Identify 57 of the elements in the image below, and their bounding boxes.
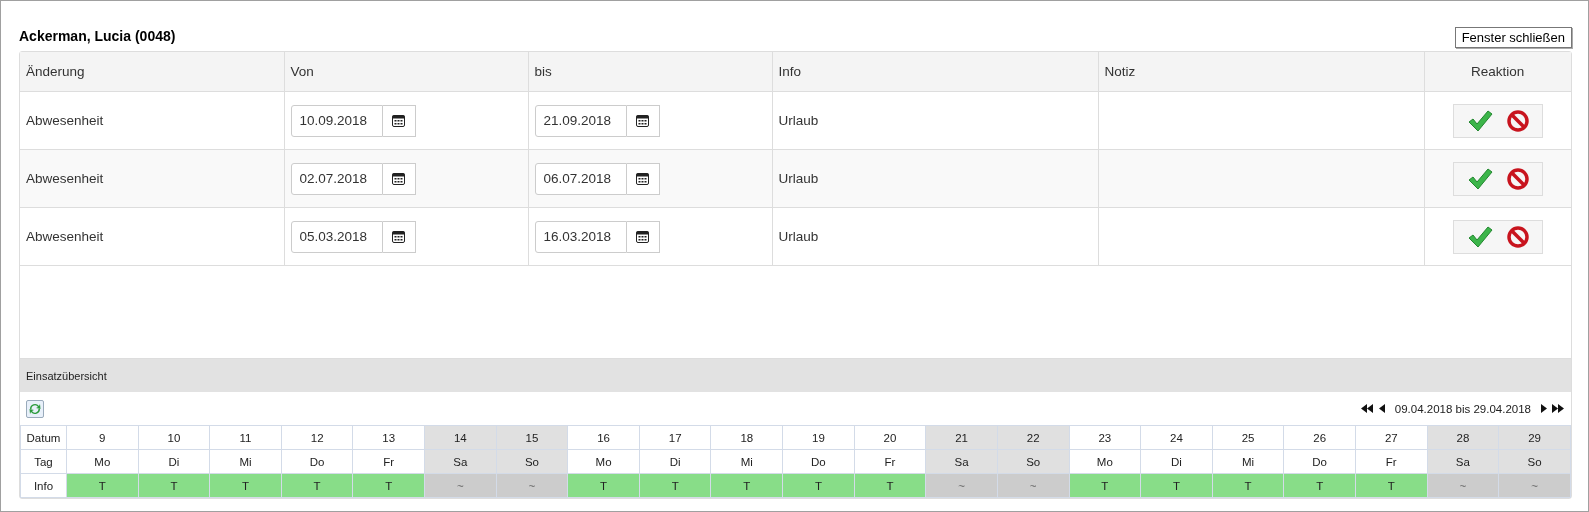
employee-name: Ackerman, Lucia (0048) <box>19 28 176 44</box>
row-label: Info <box>20 473 67 498</box>
date-cell: 16 <box>567 425 640 450</box>
refresh-icon[interactable] <box>26 399 44 418</box>
row-label: Tag <box>20 449 67 474</box>
date-field[interactable]: 10.09.2018 <box>290 104 383 137</box>
table-cell: Abwesenheit <box>20 91 284 150</box>
calendar-icon[interactable] <box>382 220 416 253</box>
date-cell: 22 <box>997 425 1070 450</box>
table-cell: Urlaub <box>772 149 1098 208</box>
column-header: Notiz <box>1098 52 1424 92</box>
table-cell: Urlaub <box>772 91 1098 150</box>
column-header: Reaktion <box>1424 52 1571 92</box>
date-cell: 21 <box>925 425 998 450</box>
date-cell: 17 <box>639 425 711 450</box>
date-cell: 29 <box>1498 425 1571 450</box>
date-cell: 10 <box>138 425 210 450</box>
column-header: Von <box>284 52 528 92</box>
date-cell: 26 <box>1283 425 1356 450</box>
close-window-button[interactable]: Fenster schließen <box>1454 27 1572 48</box>
calendar-icon[interactable] <box>382 104 416 137</box>
date-cell: 11 <box>209 425 282 450</box>
date-field[interactable]: 16.03.2018 <box>534 220 627 253</box>
calendar-icon[interactable] <box>626 104 660 137</box>
date-cell: 12 <box>281 425 353 450</box>
column-header: Änderung <box>20 52 284 92</box>
date-field[interactable]: 02.07.2018 <box>290 162 383 195</box>
date-cell: 14 <box>424 425 497 450</box>
date-cell: 9 <box>66 425 139 450</box>
date-cell: 20 <box>854 425 926 450</box>
date-cell: 25 <box>1212 425 1284 450</box>
column-header: Info <box>772 52 1098 92</box>
date-field[interactable]: 06.07.2018 <box>534 162 627 195</box>
date-cell: 28 <box>1427 425 1499 450</box>
date-cell: 27 <box>1355 425 1428 450</box>
date-cell: 18 <box>711 425 783 450</box>
date-cell: 23 <box>1069 425 1141 450</box>
row-label: Datum <box>20 425 67 450</box>
column-header: bis <box>528 52 772 92</box>
previous-icon[interactable] <box>1378 404 1385 413</box>
date-field[interactable]: 21.09.2018 <box>534 104 627 137</box>
date-range: 09.04.2018 bis 29.04.2018 <box>1394 402 1531 415</box>
date-cell: 24 <box>1140 425 1213 450</box>
table-cell: Urlaub <box>772 207 1098 266</box>
last-page-icon[interactable] <box>1552 404 1565 413</box>
date-cell: 19 <box>782 425 855 450</box>
table-cell: Abwesenheit <box>20 207 284 266</box>
next-icon[interactable] <box>1541 404 1547 413</box>
first-page-icon[interactable] <box>1360 404 1374 413</box>
calendar-icon[interactable] <box>626 162 660 195</box>
date-cell: 15 <box>496 425 568 450</box>
section-title: Einsatzübersicht <box>26 369 107 382</box>
calendar-icon[interactable] <box>382 162 416 195</box>
date-cell: 13 <box>352 425 425 450</box>
table-cell: Abwesenheit <box>20 149 284 208</box>
calendar-icon[interactable] <box>626 220 660 253</box>
date-field[interactable]: 05.03.2018 <box>290 220 383 253</box>
